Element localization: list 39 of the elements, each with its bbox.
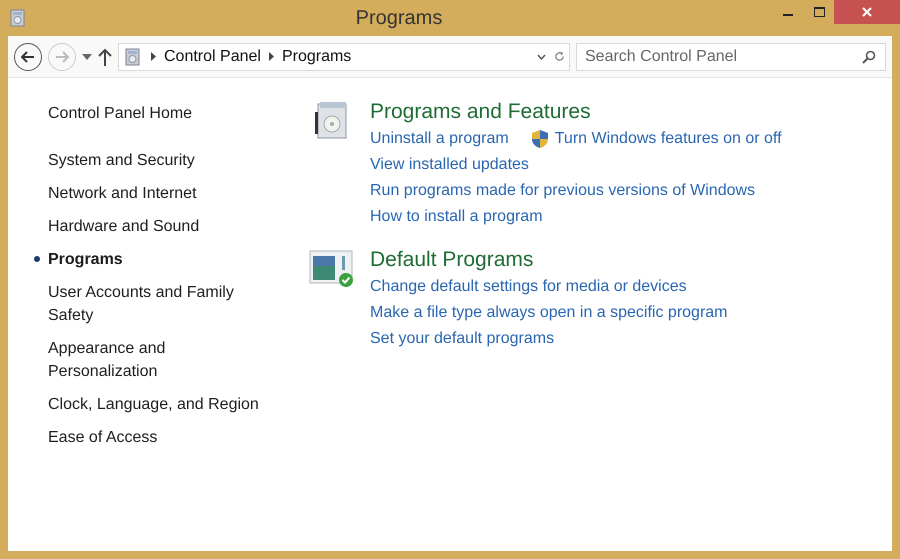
- sidebar-link[interactable]: Hardware and Sound: [48, 215, 273, 238]
- up-arrow-icon[interactable]: [98, 48, 112, 66]
- maximize-icon: [814, 7, 824, 17]
- link[interactable]: Uninstall a program: [370, 127, 509, 151]
- breadcrumb[interactable]: Programs: [282, 44, 352, 68]
- section-heading[interactable]: Programs and Features: [370, 98, 782, 126]
- link[interactable]: Turn Windows features on or off: [554, 127, 782, 151]
- back-button[interactable]: [14, 42, 42, 70]
- breadcrumb[interactable]: Control Panel: [164, 44, 261, 68]
- link[interactable]: Set your default programs: [370, 327, 554, 351]
- sidebar-link[interactable]: Programs: [48, 248, 273, 271]
- link[interactable]: Make a file type always open in a specific program: [370, 301, 728, 325]
- close-icon: [862, 7, 872, 17]
- address-bar[interactable]: Control Panel Programs: [118, 42, 570, 70]
- minimize-icon: [783, 14, 793, 16]
- sidebar-link[interactable]: Appearance and Personalization: [48, 337, 273, 383]
- link[interactable]: Run programs made for previous versions of Windows: [370, 179, 756, 203]
- search-icon: [862, 50, 876, 64]
- sidebar-link[interactable]: User Accounts and Family Safety: [48, 281, 273, 327]
- section-heading[interactable]: Default Programs: [370, 246, 728, 274]
- link[interactable]: View installed updates: [370, 153, 529, 177]
- sidebar-link[interactable]: Control Panel Home: [48, 102, 273, 125]
- link[interactable]: How to install a program: [370, 205, 543, 229]
- sidebar-link[interactable]: Clock, Language, and Region: [48, 393, 273, 416]
- default-programs-icon: [309, 248, 355, 288]
- chevron-down-icon[interactable]: [537, 54, 546, 60]
- search-field[interactable]: Search Control Panel: [576, 42, 886, 70]
- back-arrow-icon: [21, 50, 35, 62]
- window-title: Programs: [356, 6, 442, 31]
- dropdown-caret-icon[interactable]: [82, 54, 92, 60]
- sidebar-link[interactable]: Ease of Access: [48, 426, 273, 449]
- forward-arrow-icon: [55, 50, 69, 62]
- chevron-right-icon: [151, 52, 156, 61]
- refresh-icon[interactable]: [554, 51, 565, 62]
- chevron-right-icon: [268, 52, 274, 61]
- sidebar-link[interactable]: Network and Internet: [48, 182, 273, 205]
- link[interactable]: Change default settings for media or devices: [370, 275, 687, 299]
- sidebar-link[interactable]: System and Security: [48, 149, 273, 172]
- close-button[interactable]: [834, 0, 900, 24]
